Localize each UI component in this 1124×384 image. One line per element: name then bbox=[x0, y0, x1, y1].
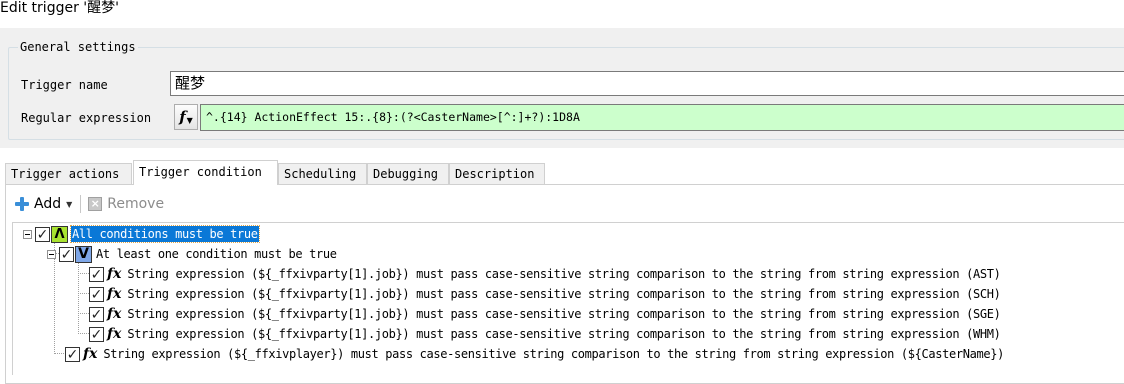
tree-node-condition[interactable]: ✓ fx String expression (${_ffxivparty[1]… bbox=[89, 264, 1001, 284]
condition-tree[interactable]: ✓ Λ All conditions must be true ✓ V At l… bbox=[12, 222, 1124, 375]
plus-icon bbox=[15, 197, 29, 211]
or-operator-icon: V bbox=[75, 245, 92, 263]
tree-node-condition[interactable]: ✓ fx String expression (${_ffxivparty[1]… bbox=[89, 324, 1001, 344]
add-button[interactable]: Add ▼ bbox=[15, 193, 72, 215]
expression-builder-button[interactable]: f ▼ bbox=[174, 104, 198, 130]
trigger-name-input[interactable]: 醒梦 bbox=[170, 71, 1124, 96]
toolbar-divider bbox=[80, 195, 82, 213]
function-icon: fx bbox=[107, 306, 122, 322]
tree-connector bbox=[78, 273, 89, 274]
function-icon: f bbox=[179, 108, 186, 126]
condition-label[interactable]: String expression (${_ffxivparty[1].job}… bbox=[127, 306, 1000, 322]
tab-description[interactable]: Description bbox=[449, 163, 545, 184]
condition-label[interactable]: String expression (${_ffxivparty[1].job}… bbox=[127, 326, 1000, 342]
condition-checkbox[interactable]: ✓ bbox=[89, 306, 104, 322]
dropdown-arrow-icon: ▼ bbox=[186, 115, 193, 125]
tree-node-condition[interactable]: ✓ fx String expression (${_ffxivparty[1]… bbox=[89, 284, 1001, 304]
tree-node-condition[interactable]: ✓ fx String expression (${_ffxivparty[1]… bbox=[89, 304, 1001, 324]
general-settings-legend: General settings bbox=[18, 39, 138, 55]
tree-connector bbox=[78, 261, 79, 334]
condition-toolbar: Add ▼ × Remove bbox=[15, 193, 164, 215]
group-condition-label[interactable]: At least one condition must be true bbox=[96, 246, 337, 262]
condition-checkbox[interactable]: ✓ bbox=[89, 286, 104, 302]
root-condition-label[interactable]: All conditions must be true bbox=[70, 225, 260, 243]
function-icon: fx bbox=[107, 286, 122, 302]
tab-scheduling[interactable]: Scheduling bbox=[278, 163, 367, 184]
remove-button[interactable]: × Remove bbox=[88, 193, 164, 215]
tree-connector bbox=[78, 313, 89, 314]
condition-label[interactable]: String expression (${_ffxivplayer}) must… bbox=[103, 346, 1004, 362]
chevron-down-icon: ▼ bbox=[66, 199, 73, 209]
tab-trigger-actions[interactable]: Trigger actions bbox=[5, 163, 132, 184]
collapse-icon[interactable] bbox=[23, 229, 32, 239]
tab-trigger-condition[interactable]: Trigger condition bbox=[133, 160, 278, 185]
condition-checkbox[interactable]: ✓ bbox=[65, 346, 80, 362]
condition-checkbox[interactable]: ✓ bbox=[89, 266, 104, 282]
tab-debugging[interactable]: Debugging bbox=[367, 163, 449, 184]
tree-connector bbox=[78, 293, 89, 294]
trigger-name-label: Trigger name bbox=[21, 78, 108, 92]
function-icon: fx bbox=[83, 346, 98, 362]
collapse-icon[interactable] bbox=[47, 249, 56, 259]
tree-node-group[interactable]: ✓ V At least one condition must be true bbox=[47, 244, 337, 264]
dialog-title: Edit trigger '醒梦' bbox=[0, 0, 119, 16]
condition-label[interactable]: String expression (${_ffxivparty[1].job}… bbox=[127, 286, 1000, 302]
tree-node-root[interactable]: ✓ Λ All conditions must be true bbox=[23, 224, 260, 244]
condition-checkbox[interactable]: ✓ bbox=[89, 326, 104, 342]
add-button-label: Add bbox=[34, 196, 62, 212]
function-icon: fx bbox=[107, 266, 122, 282]
regex-label: Regular expression bbox=[21, 111, 152, 125]
tree-node-condition[interactable]: ✓ fx String expression (${_ffxivplayer})… bbox=[65, 344, 1004, 364]
regex-input[interactable]: ^.{14} ActionEffect 15:.{8}:(?<CasterNam… bbox=[200, 104, 1124, 131]
root-checkbox[interactable]: ✓ bbox=[35, 226, 50, 242]
group-checkbox[interactable]: ✓ bbox=[59, 246, 74, 262]
and-operator-icon: Λ bbox=[51, 225, 68, 243]
tree-connector bbox=[78, 333, 89, 334]
condition-label[interactable]: String expression (${_ffxivparty[1].job}… bbox=[127, 266, 1000, 282]
remove-icon: × bbox=[88, 197, 103, 211]
remove-button-label: Remove bbox=[107, 196, 165, 212]
function-icon: fx bbox=[107, 326, 122, 342]
